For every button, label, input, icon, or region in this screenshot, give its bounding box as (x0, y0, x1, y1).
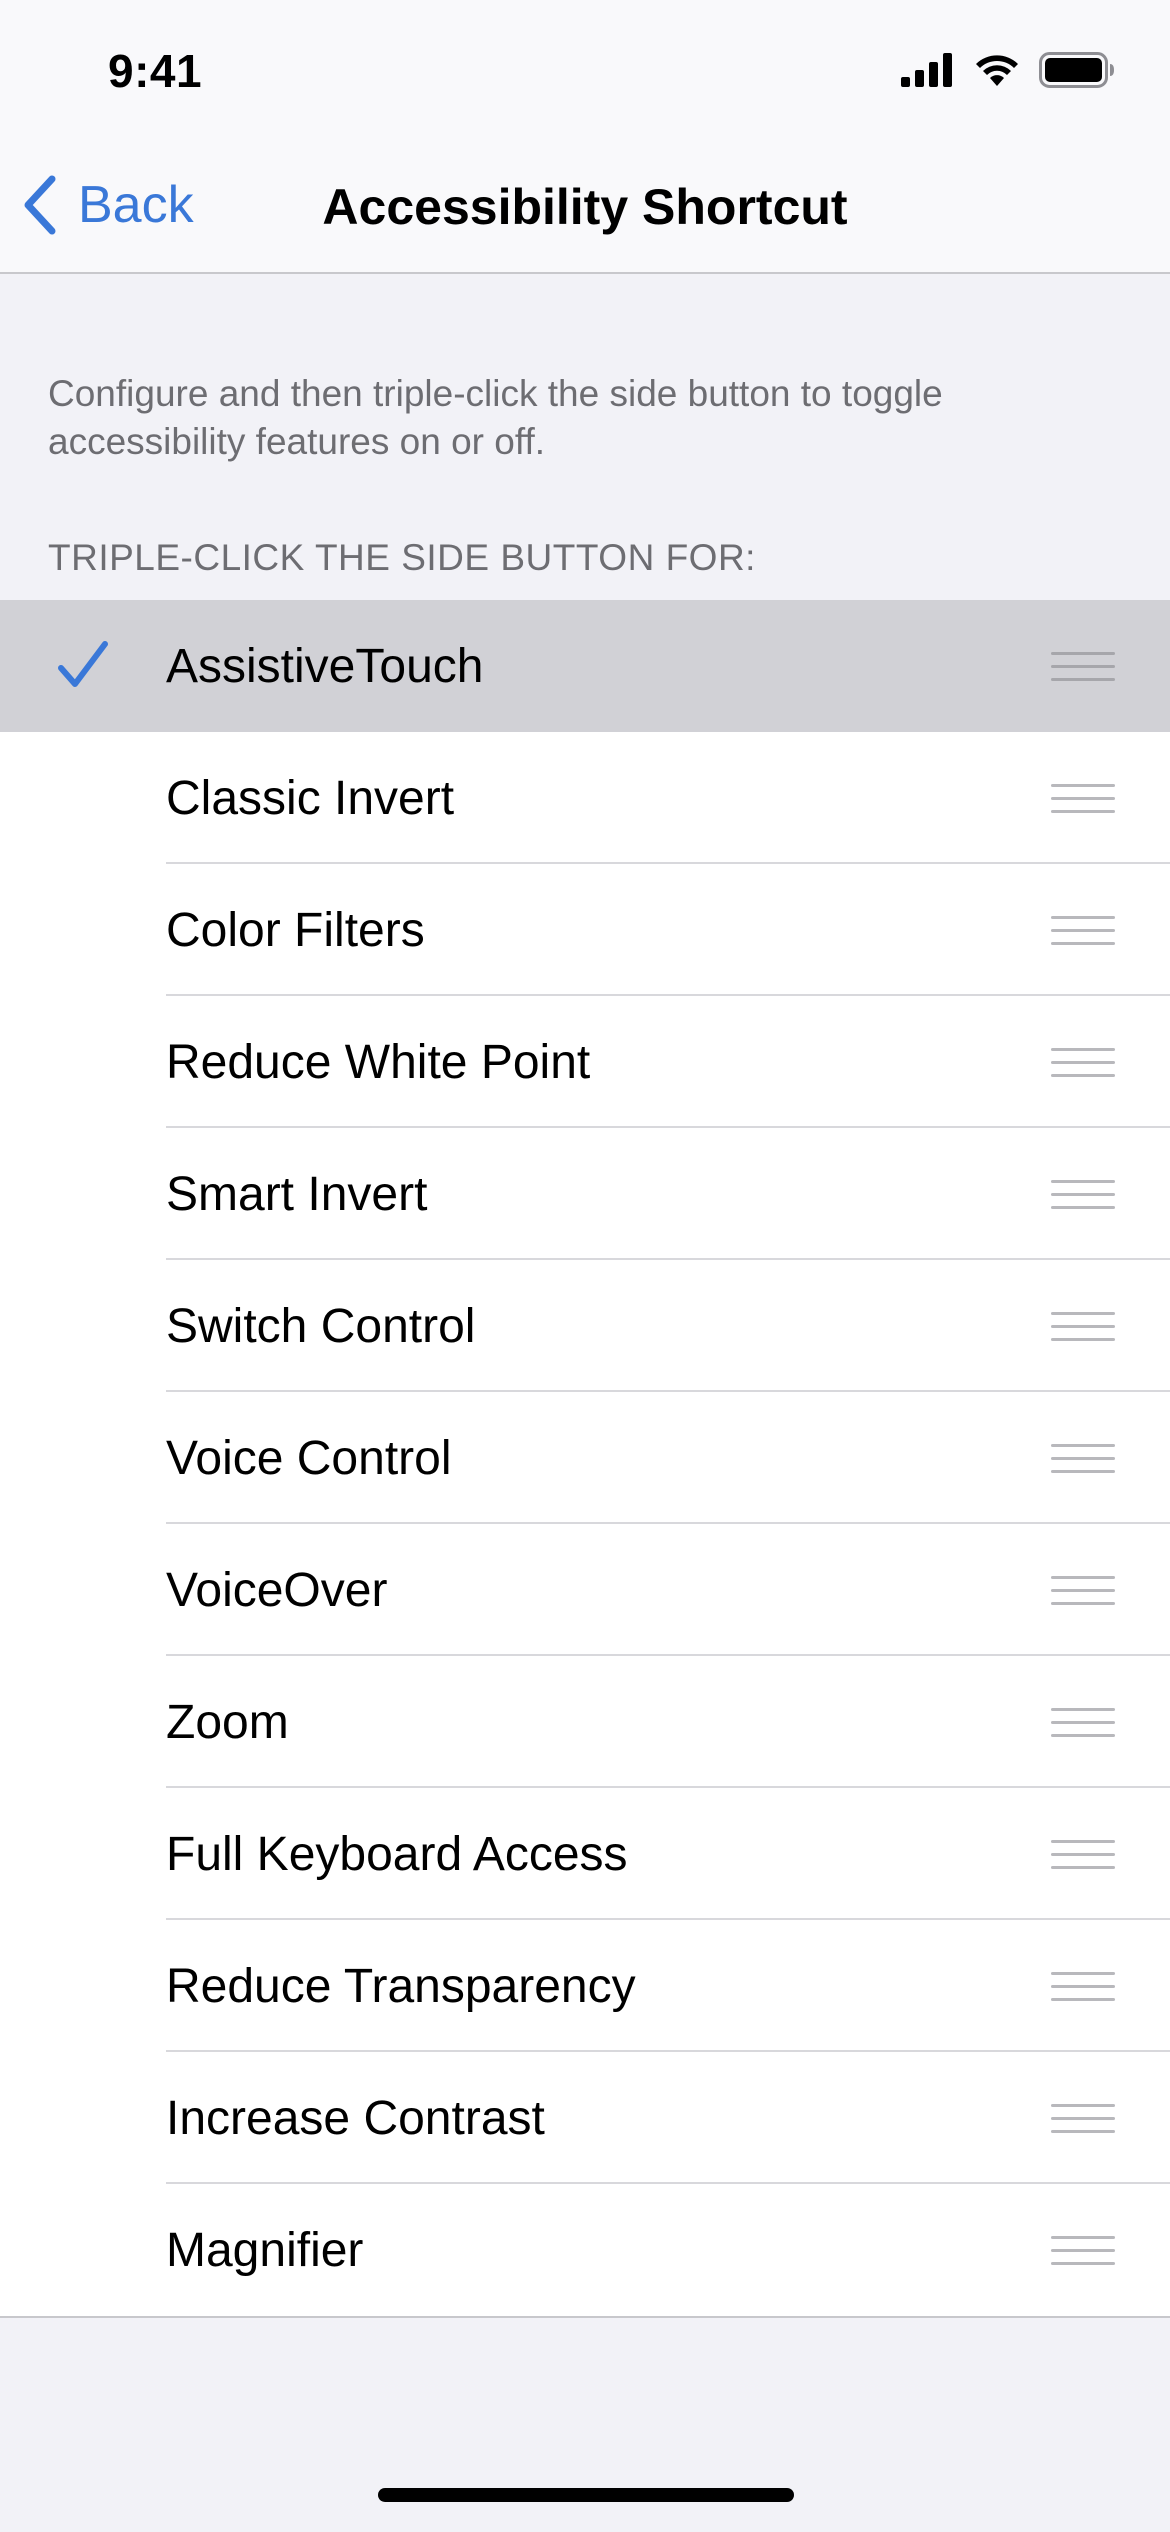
list-item-label: Magnifier (166, 2223, 364, 2277)
list-item-label: Smart Invert (166, 1167, 428, 1221)
battery-icon (1039, 52, 1114, 88)
home-indicator[interactable] (378, 2488, 794, 2502)
list-item-label: Classic Invert (166, 771, 455, 825)
reorder-handle-icon[interactable] (1051, 916, 1115, 946)
description-text: Configure and then triple-click the side… (48, 373, 943, 462)
list-item-color-filters[interactable]: Color Filters (0, 864, 1170, 996)
chevron-left-icon (24, 175, 56, 235)
list-item-reduce-transparency[interactable]: Reduce Transparency (0, 1920, 1170, 2052)
back-button-label: Back (78, 176, 194, 234)
status-bar: 9:41 (0, 0, 1170, 140)
list-item-classic-invert[interactable]: Classic Invert (0, 732, 1170, 864)
list-item-reduce-white-point[interactable]: Reduce White Point (0, 996, 1170, 1128)
reorder-handle-icon[interactable] (1051, 1840, 1115, 1870)
screen: 9:41 Accessibility Shortcut Back Configu… (0, 0, 1170, 2532)
list-item-label: Color Filters (166, 903, 425, 957)
list-item-label: Reduce White Point (166, 1035, 591, 1089)
reorder-handle-icon[interactable] (1051, 1180, 1115, 1210)
list-item-label: Reduce Transparency (166, 1959, 636, 2013)
list-item-zoom[interactable]: Zoom (0, 1656, 1170, 1788)
list-item-switch-control[interactable]: Switch Control (0, 1260, 1170, 1392)
reorder-handle-icon[interactable] (1051, 1048, 1115, 1078)
section-header: TRIPLE-CLICK THE SIDE BUTTON FOR: (48, 537, 756, 578)
list-item-label: VoiceOver (166, 1563, 388, 1617)
list-item-voiceover[interactable]: VoiceOver (0, 1524, 1170, 1656)
navigation-bar: Accessibility Shortcut Back (0, 140, 1170, 274)
status-icons (901, 52, 1115, 88)
list-item-full-keyboard-access[interactable]: Full Keyboard Access (0, 1788, 1170, 1920)
list-item-magnifier[interactable]: Magnifier (0, 2184, 1170, 2316)
list-item-smart-invert[interactable]: Smart Invert (0, 1128, 1170, 1260)
reorder-handle-icon[interactable] (1051, 784, 1115, 814)
reorder-handle-icon[interactable] (1051, 2236, 1115, 2266)
page-title-text: Accessibility Shortcut (322, 179, 848, 235)
shortcut-list: AssistiveTouch Classic Invert Color Filt… (0, 600, 1170, 2318)
reorder-handle-icon[interactable] (1051, 1312, 1115, 1342)
reorder-handle-icon[interactable] (1051, 1576, 1115, 1606)
list-item-label: Voice Control (166, 1431, 452, 1485)
wifi-icon (976, 55, 1018, 86)
checkmark-icon (58, 641, 108, 687)
list-item-label: Zoom (166, 1695, 289, 1749)
back-button[interactable]: Back (22, 170, 194, 240)
list-item-label: AssistiveTouch (166, 639, 484, 693)
reorder-handle-icon[interactable] (1051, 2104, 1115, 2134)
reorder-handle-icon[interactable] (1051, 652, 1115, 682)
reorder-handle-icon[interactable] (1051, 1972, 1115, 2002)
status-time: 9:41 (108, 45, 203, 97)
cellular-signal-icon (901, 53, 952, 87)
list-item-label: Switch Control (166, 1299, 476, 1353)
list-item-assistivetouch[interactable]: AssistiveTouch (0, 600, 1170, 732)
reorder-handle-icon[interactable] (1051, 1444, 1115, 1474)
reorder-handle-icon[interactable] (1051, 1708, 1115, 1738)
list-item-increase-contrast[interactable]: Increase Contrast (0, 2052, 1170, 2184)
list-item-voice-control[interactable]: Voice Control (0, 1392, 1170, 1524)
list-item-label: Full Keyboard Access (166, 1827, 628, 1881)
list-item-label: Increase Contrast (166, 2091, 545, 2145)
